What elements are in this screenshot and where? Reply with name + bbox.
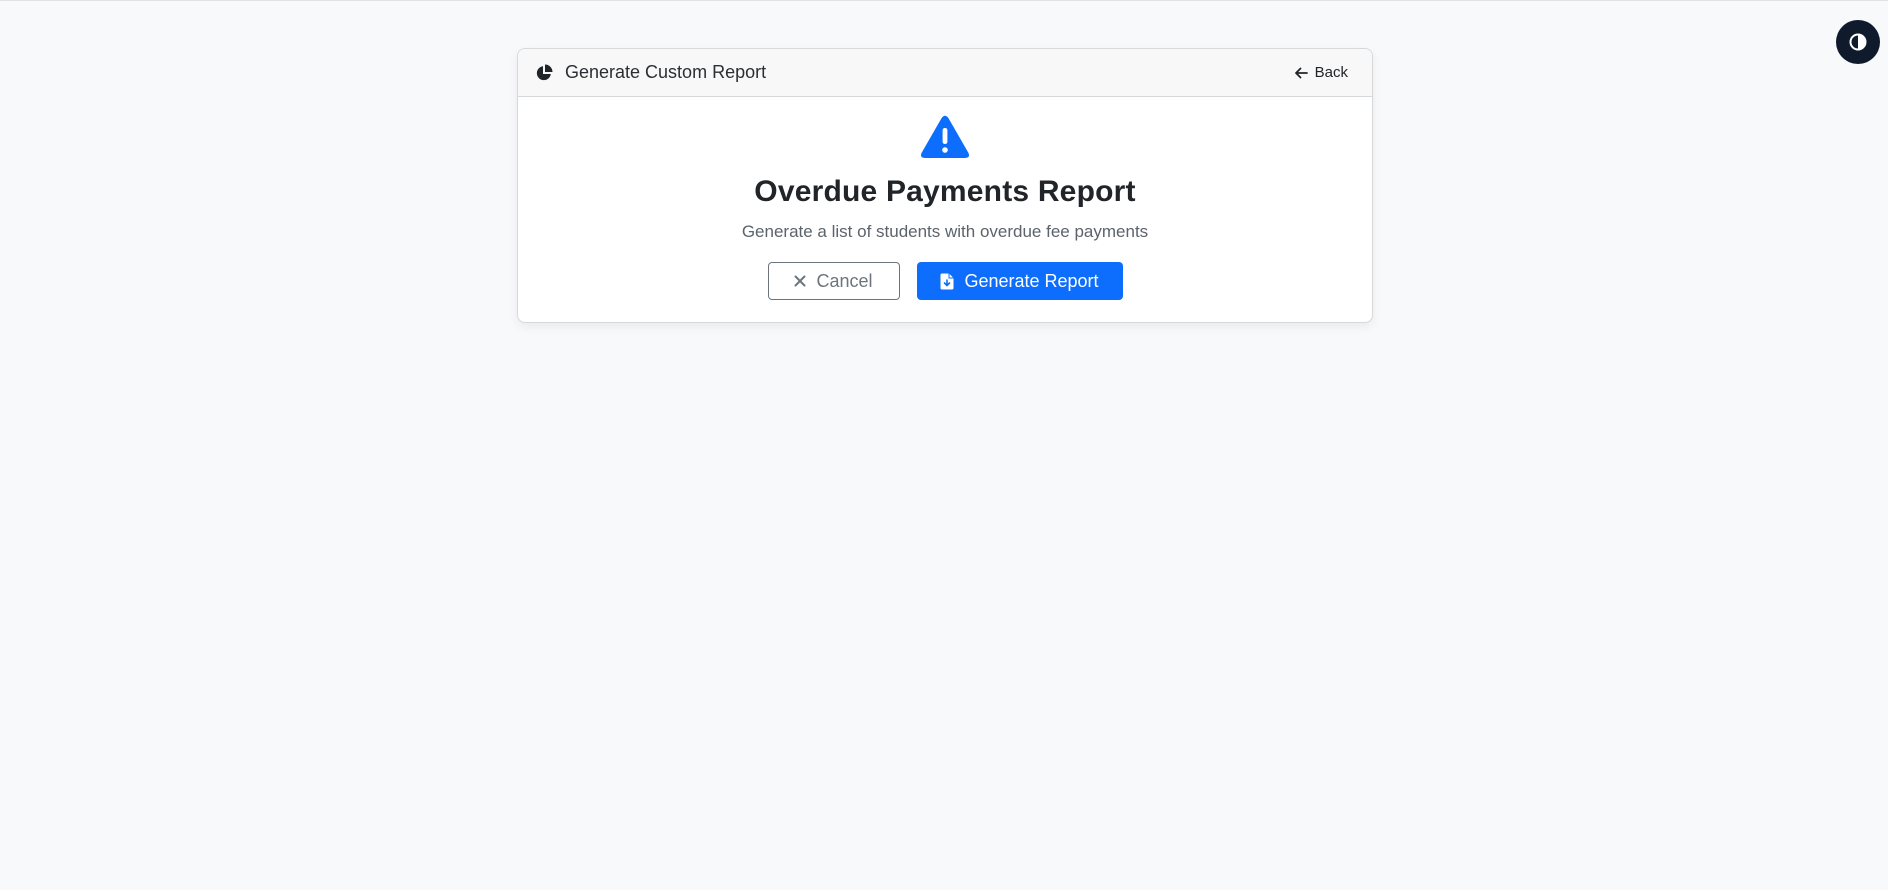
warning-triangle-icon — [920, 115, 970, 158]
file-download-icon — [940, 273, 954, 289]
close-icon — [794, 275, 806, 287]
arrow-left-icon — [1294, 67, 1308, 78]
card-body: Overdue Payments Report Generate a list … — [518, 97, 1372, 300]
header-left: Generate Custom Report — [535, 62, 766, 83]
generate-label: Generate Report — [964, 270, 1099, 291]
generate-report-button[interactable]: Generate Report — [916, 262, 1123, 300]
cancel-label: Cancel — [816, 270, 873, 291]
theme-toggle-button[interactable] — [1836, 20, 1880, 64]
back-button[interactable]: Back — [1294, 64, 1348, 81]
cancel-button[interactable]: Cancel — [767, 262, 900, 300]
page-title: Generate Custom Report — [565, 62, 767, 82]
report-description: Generate a list of students with overdue… — [741, 222, 1149, 241]
card-header: Generate Custom Report Back — [518, 49, 1372, 97]
back-label: Back — [1314, 64, 1348, 81]
contrast-icon — [1849, 33, 1867, 51]
report-card: Generate Custom Report Back Overdue Paym… — [517, 48, 1373, 323]
chart-pie-icon — [536, 64, 553, 80]
action-buttons: Cancel Generate Report — [767, 262, 1123, 300]
report-title: Overdue Payments Report — [754, 175, 1136, 208]
top-divider — [0, 0, 1888, 1]
